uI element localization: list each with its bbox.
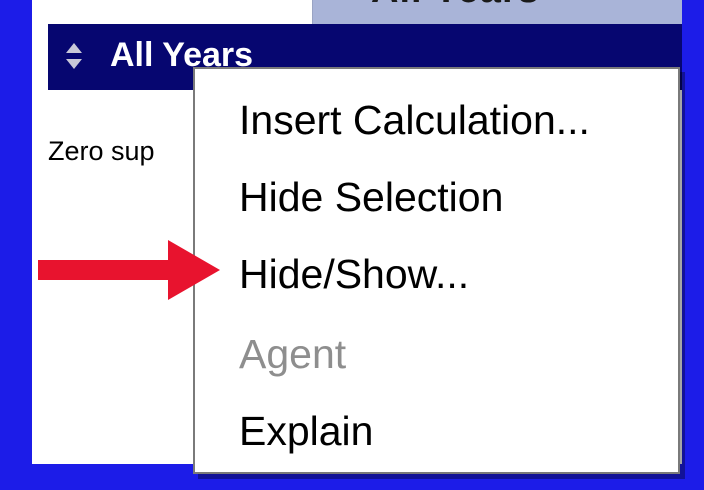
sort-updown-icon[interactable] xyxy=(64,41,84,71)
menu-item-agent: Agent xyxy=(239,331,347,377)
red-arrow-icon xyxy=(38,240,220,300)
top-strip-cell xyxy=(50,0,313,24)
menu-item-explain[interactable]: Explain xyxy=(239,408,373,455)
context-menu: Insert Calculation... Hide Selection Hid… xyxy=(193,67,680,474)
menu-item-insert-calculation[interactable]: Insert Calculation... xyxy=(239,97,590,144)
zero-suppression-label: Zero sup xyxy=(48,136,155,166)
top-strip-header: All Years xyxy=(313,0,682,24)
menu-item-hide-selection[interactable]: Hide Selection xyxy=(239,174,503,221)
menu-item-hide-show[interactable]: Hide/Show... xyxy=(239,251,469,298)
top-header-clipped-text: All Years xyxy=(371,0,540,12)
